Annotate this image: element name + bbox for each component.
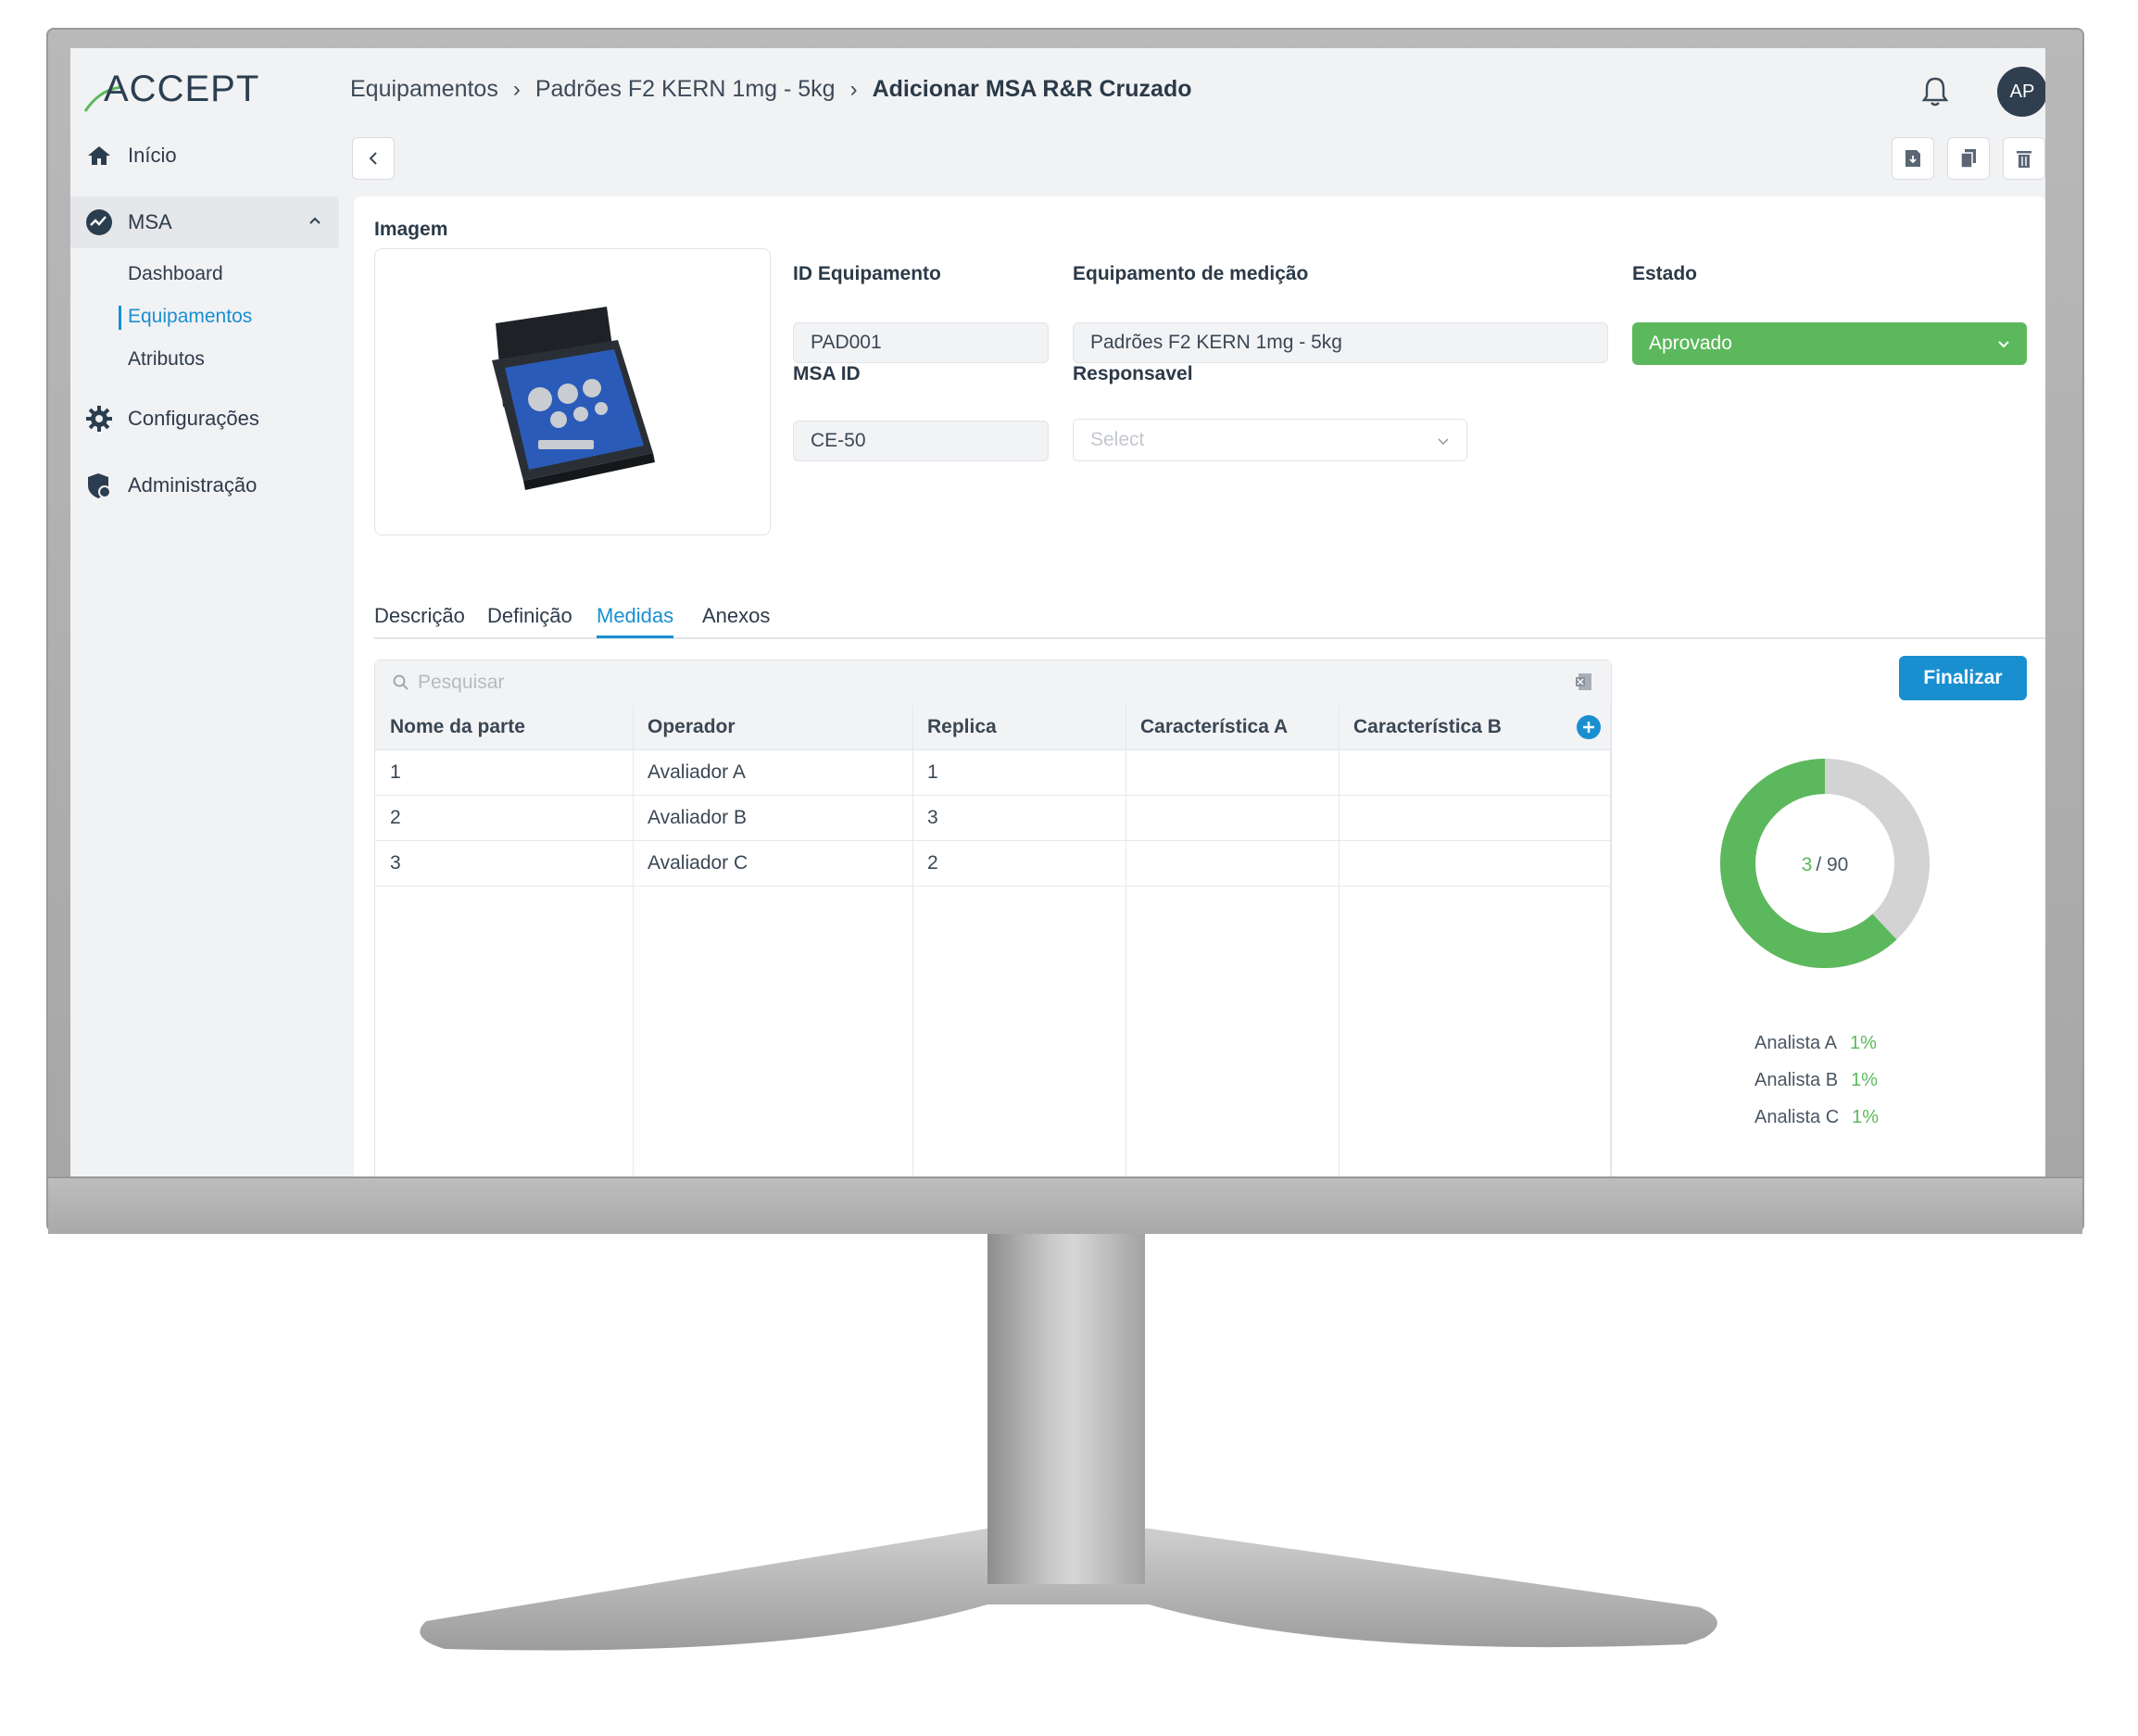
progress-total: / 90 [1816,854,1848,875]
estado-value: Aprovado [1649,333,1732,354]
app-screen: ACCEPT Início MSA Dashboard Equipamentos… [70,48,2045,1176]
analyst-pct: 1% [1851,1070,1878,1090]
progress-donut: 3/ 90 [1720,759,1930,968]
save-button[interactable] [1892,137,1934,180]
shield-icon [85,472,113,499]
tab-descricao[interactable]: Descrição [374,604,465,635]
table-cell: Avaliador A [648,761,746,783]
responsavel-select[interactable]: Select [1073,419,1467,461]
sidebar-subitem-dashboard[interactable]: Dashboard [128,263,223,285]
estado-select[interactable]: Aprovado [1632,322,2027,365]
chevron-left-icon [369,152,377,165]
home-icon [85,142,113,170]
equipamento-label: Equipamento de medição [1073,263,1309,284]
chevron-right-icon: › [849,76,858,102]
chevron-up-icon[interactable] [306,211,324,235]
measurements-table: Pesquisar Nome da parte Operador Replica… [374,660,1612,1176]
sidebar-subitem-atributos[interactable]: Atributos [128,348,205,371]
analyst-legend-item: Analista B 1% [1754,1070,1878,1091]
analyst-name: Analista C [1754,1107,1840,1127]
weight-case-image [492,307,655,490]
msa-id-label: MSA ID [793,363,861,384]
table-header: Nome da parte Operador Replica Caracterí… [375,705,1611,750]
msa-id-field[interactable]: CE-50 [793,421,1049,461]
finalizar-button[interactable]: Finalizar [1899,656,2027,700]
form-card: Imagem ID Equipamento PAD001 Equipamento… [354,196,2045,1176]
sidebar-subitem-equipamentos[interactable]: Equipamentos [128,306,252,328]
column-header[interactable]: Característica A [1140,716,1288,738]
sidebar-item-label: Início [128,144,177,167]
column-header[interactable]: Nome da parte [390,716,525,738]
image-label: Imagem [374,219,448,240]
tab-medidas[interactable]: Medidas [597,604,674,638]
save-icon [1905,150,1920,167]
back-button[interactable] [352,137,395,180]
responsavel-label: Responsavel [1073,363,1193,384]
breadcrumb-equipamentos[interactable]: Equipamentos [350,76,498,103]
sidebar-item-msa[interactable]: MSA [70,196,339,248]
monitor-chin [48,1176,2082,1234]
table-cell: Avaliador B [648,807,748,828]
id-equipamento-label: ID Equipamento [793,263,941,284]
logo-text: ACCEPT [104,69,260,109]
breadcrumb-equipment[interactable]: Padrões F2 KERN 1mg - 5kg [535,76,836,103]
analyst-pct: 1% [1849,1033,1877,1053]
chevron-right-icon: › [512,76,521,102]
sidebar-item-label: Configurações [128,407,259,430]
search-icon [392,673,410,697]
estado-label: Estado [1632,263,1698,284]
responsavel-placeholder: Select [1090,429,1145,450]
progress-done: 3 [1802,854,1813,875]
analyst-legend-item: Analista C 1% [1754,1107,1879,1128]
table-row[interactable]: 2 Avaliador B 3 [375,796,1611,841]
sidebar-item-inicio[interactable]: Início [70,130,339,182]
equipamento-field[interactable]: Padrões F2 KERN 1mg - 5kg [1073,322,1608,363]
active-indicator [119,306,121,330]
table-cell: 2 [927,852,938,874]
svg-text:3/ 90: 3/ 90 [1802,854,1849,875]
accept-logo[interactable]: ACCEPT [82,59,258,115]
chevron-down-icon [1995,335,2012,358]
excel-export-icon[interactable] [1574,672,1594,697]
copy-icon [1960,149,1976,169]
column-header[interactable]: Operador [648,716,736,738]
analyst-name: Analista A [1754,1033,1837,1053]
search-bar[interactable]: Pesquisar [375,660,1611,706]
tab-anexos[interactable]: Anexos [702,604,770,635]
table-row[interactable]: 1 Avaliador A 1 [375,750,1611,796]
table-cell: 3 [390,852,401,874]
monitor-neck [987,1232,1145,1584]
sidebar-item-configuracoes[interactable]: Configurações [70,393,339,445]
analyst-name: Analista B [1754,1070,1839,1090]
gear-icon [85,405,113,433]
breadcrumb-current: Adicionar MSA R&R Cruzado [872,76,1192,102]
column-header[interactable]: Característica B [1353,716,1502,738]
column-header[interactable]: Replica [927,716,997,738]
msa-icon [85,208,113,236]
table-row[interactable]: 3 Avaliador C 2 [375,841,1611,887]
chevron-down-icon [1435,433,1452,455]
equipment-image[interactable] [374,248,771,535]
breadcrumb: Equipamentos › Padrões F2 KERN 1mg - 5kg… [350,76,1192,103]
delete-button[interactable] [2003,137,2045,180]
table-cell: 1 [390,761,401,783]
tab-definicao[interactable]: Definição [487,604,572,635]
table-cell: 1 [927,761,938,783]
sidebar-item-label: MSA [128,210,172,233]
analyst-pct: 1% [1852,1107,1880,1127]
analyst-legend-item: Analista A 1% [1754,1033,1877,1054]
sidebar-item-administracao[interactable]: Administração [70,459,339,511]
tab-bar: Descrição Definição Medidas Anexos [374,604,2045,639]
avatar[interactable]: AP [1997,67,2045,117]
add-column-icon[interactable] [1576,714,1602,745]
trash-icon [2017,151,2031,168]
table-cell: Avaliador C [648,852,748,874]
table-cell: 2 [390,807,401,828]
search-input[interactable]: Pesquisar [418,672,504,694]
id-equipamento-field[interactable]: PAD001 [793,322,1049,363]
sidebar-item-label: Administração [128,473,258,497]
bell-icon[interactable] [1921,76,1949,112]
copy-button[interactable] [1947,137,1990,180]
table-cell: 3 [927,807,938,828]
